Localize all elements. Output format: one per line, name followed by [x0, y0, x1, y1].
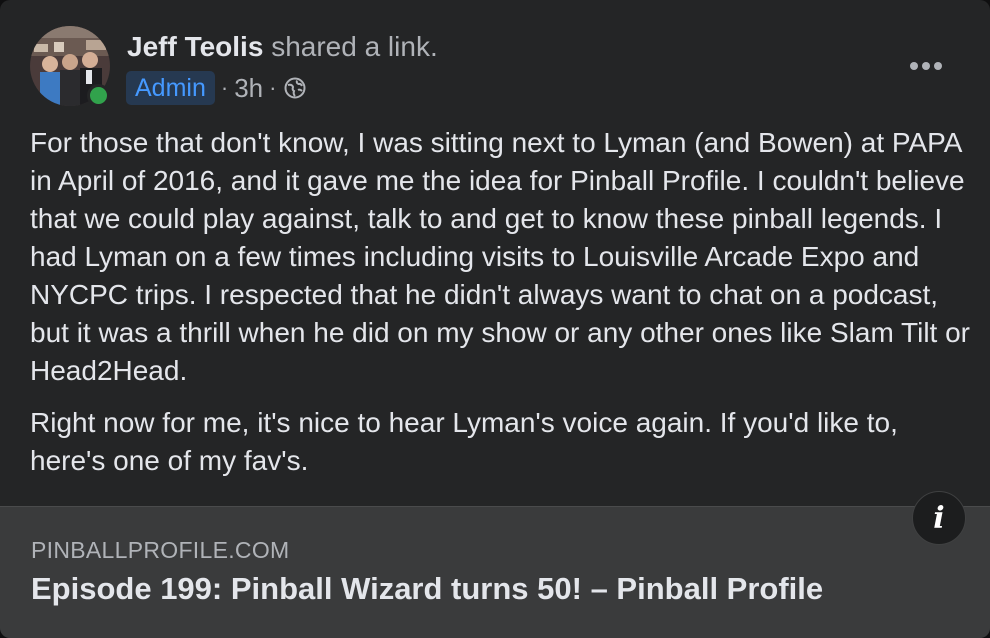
- info-button[interactable]: i: [912, 491, 966, 545]
- link-preview[interactable]: PINBALLPROFILE.COM Episode 199: Pinball …: [0, 506, 990, 638]
- post-text: For those that don't know, I was sitting…: [30, 124, 970, 480]
- post-paragraph: For those that don't know, I was sitting…: [30, 127, 970, 386]
- info-icon: i: [933, 500, 945, 536]
- more-options-button[interactable]: [906, 48, 946, 84]
- post-timestamp[interactable]: 3h: [234, 73, 263, 104]
- post-paragraph: Right now for me, it's nice to hear Lyma…: [30, 407, 898, 476]
- globe-icon: [284, 77, 306, 99]
- post-card: Jeff Teolis shared a link. Admin · 3h ·: [0, 0, 990, 638]
- post-action-text: shared a link.: [271, 31, 438, 62]
- link-domain: PINBALLPROFILE.COM: [31, 537, 290, 563]
- more-horizontal-icon: [910, 62, 942, 70]
- admin-badge: Admin: [126, 71, 215, 105]
- meta-separator: ·: [220, 75, 229, 100]
- author-name[interactable]: Jeff Teolis: [127, 31, 263, 62]
- online-status-indicator: [87, 84, 110, 107]
- link-title[interactable]: Episode 199: Pinball Wizard turns 50! – …: [31, 571, 823, 607]
- meta-separator: ·: [269, 75, 277, 100]
- post-meta: Admin · 3h ·: [126, 70, 306, 106]
- post-header: Jeff Teolis shared a link. Admin · 3h ·: [30, 26, 960, 110]
- post-author-line: Jeff Teolis shared a link.: [127, 30, 438, 64]
